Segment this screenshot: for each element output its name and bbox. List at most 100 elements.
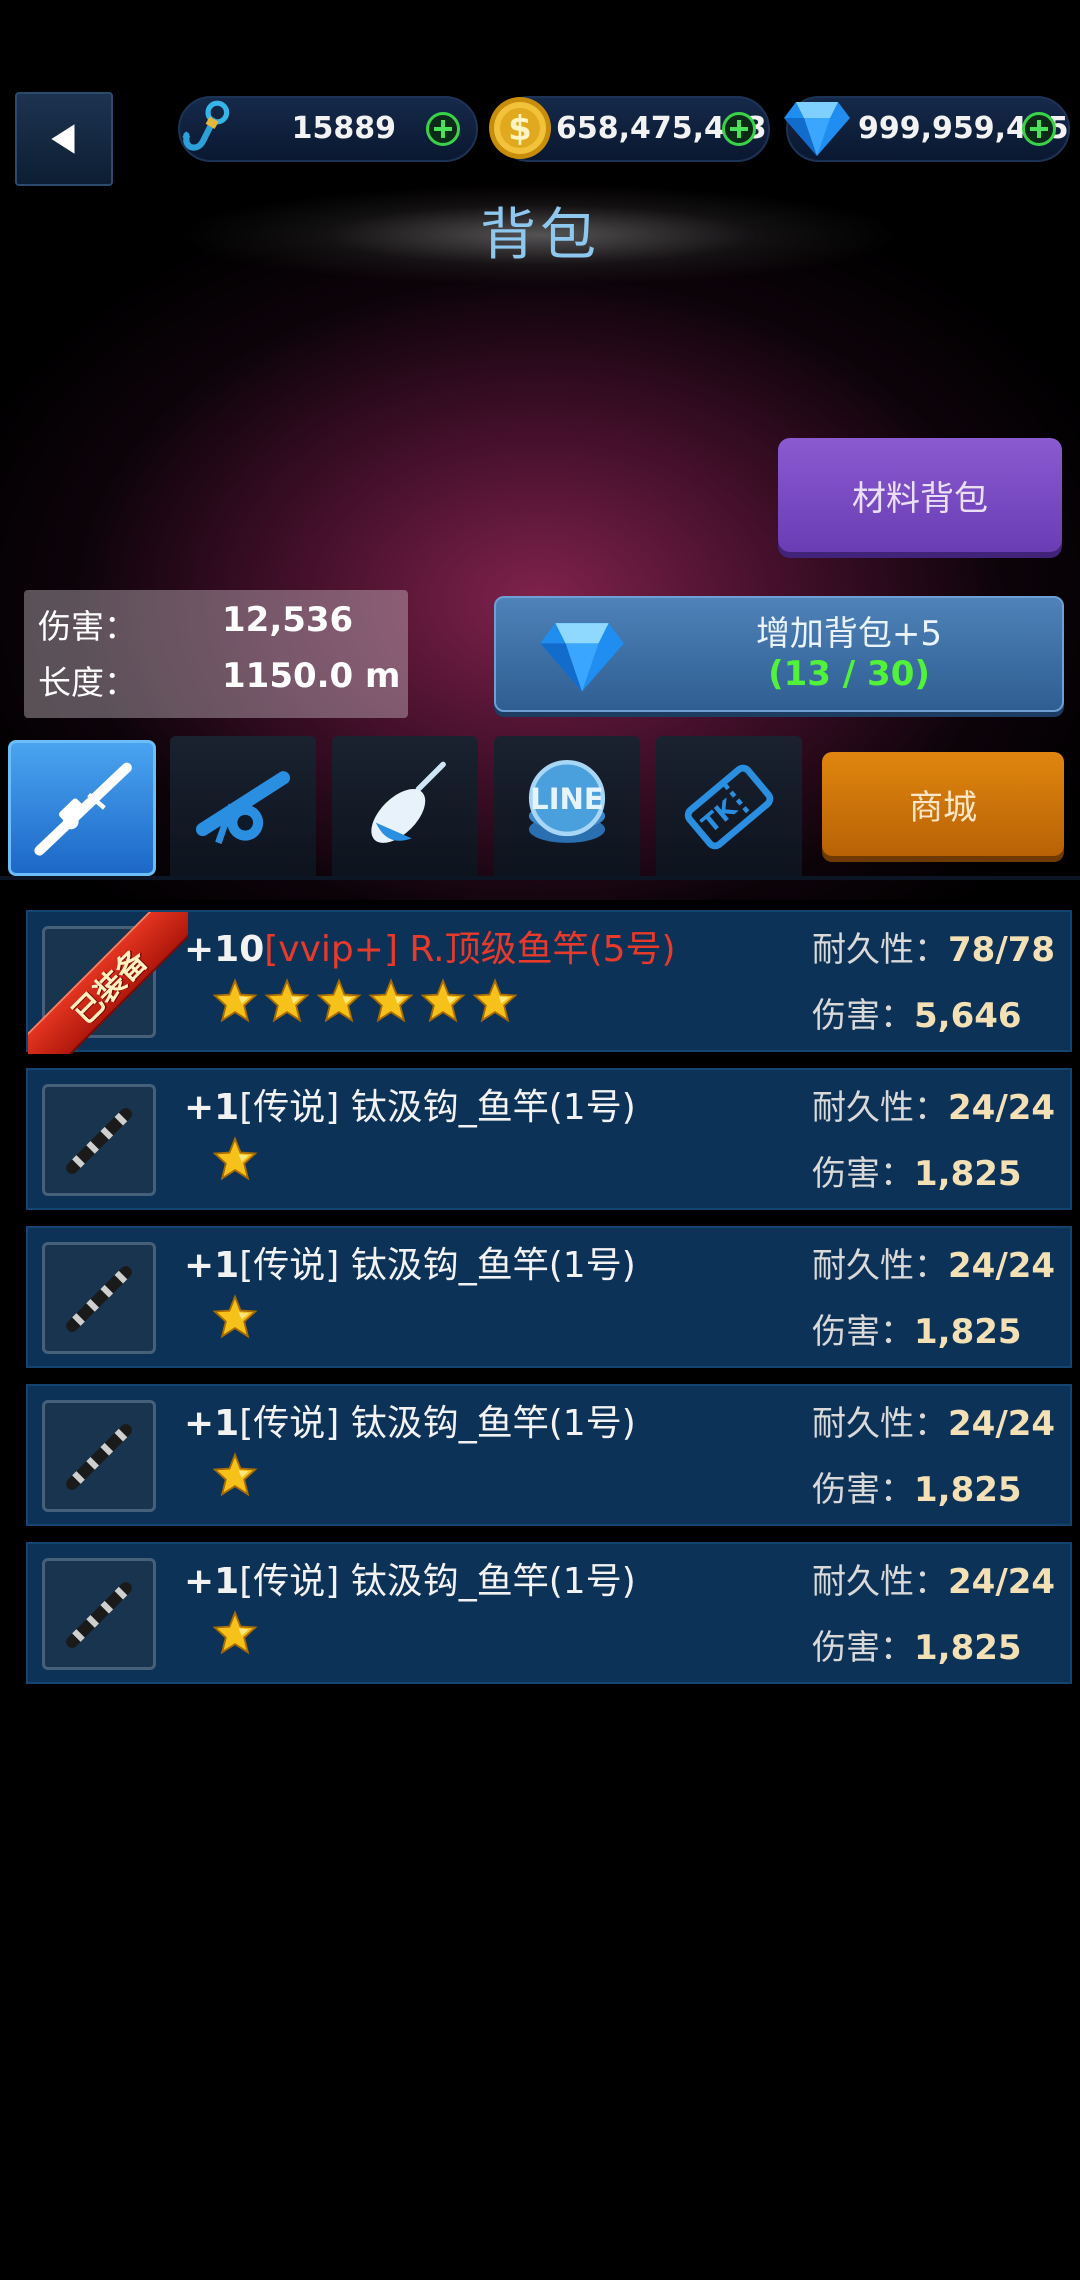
star-icon bbox=[212, 978, 258, 1024]
add-gold-button[interactable] bbox=[722, 112, 756, 146]
durability-value: 24/24 bbox=[948, 1404, 1056, 1444]
star-icon bbox=[472, 978, 518, 1024]
item-damage-value: 1,825 bbox=[914, 1312, 1022, 1352]
durability-label: 耐久性： bbox=[812, 1404, 948, 1444]
durability-label: 耐久性： bbox=[812, 930, 948, 970]
star-icon bbox=[264, 978, 310, 1024]
item-damage-value: 5,646 bbox=[914, 996, 1022, 1036]
hook-count: 15889 bbox=[291, 111, 396, 146]
item-damage-label: 伤害： bbox=[812, 1470, 914, 1510]
item-damage-value: 1,825 bbox=[914, 1628, 1022, 1668]
star-rating bbox=[212, 1136, 258, 1182]
durability: 耐久性：24/24 bbox=[812, 1238, 1055, 1287]
fishing-rod-icon bbox=[34, 762, 132, 856]
tab-float[interactable] bbox=[332, 736, 478, 878]
item-damage-label: 伤害： bbox=[812, 1628, 914, 1668]
fishing-rod-icon bbox=[66, 1424, 132, 1490]
star-icon bbox=[316, 978, 362, 1024]
length-value: 1150.0 m bbox=[222, 656, 401, 696]
star-icon bbox=[212, 1136, 258, 1182]
item-title: [传说] 钛汲钩_鱼竿(1号) bbox=[239, 1245, 636, 1286]
star-icon bbox=[212, 1294, 258, 1340]
item-name: +1[传说] 钛汲钩_鱼竿(1号) bbox=[184, 1552, 636, 1604]
add-gems-button[interactable] bbox=[1022, 112, 1056, 146]
durability-value: 24/24 bbox=[948, 1088, 1056, 1128]
item-level: +1 bbox=[184, 1245, 240, 1286]
gold-amount: 658,475,463 bbox=[556, 111, 767, 146]
durability-value: 78/78 bbox=[948, 930, 1056, 970]
item-damage-label: 伤害： bbox=[812, 1312, 914, 1352]
line-spool-icon: LINE bbox=[528, 759, 606, 843]
item-level: +10 bbox=[184, 929, 265, 970]
item-damage-label: 伤害： bbox=[812, 996, 914, 1036]
tab-ticket[interactable]: TK bbox=[656, 736, 802, 878]
item-thumbnail bbox=[42, 1558, 156, 1670]
list-divider bbox=[0, 876, 1080, 880]
tab-line[interactable]: LINE bbox=[494, 736, 640, 878]
item-name: +10[vvip+] R.顶级鱼竿(5号) bbox=[184, 920, 676, 972]
item-damage: 伤害：1,825 bbox=[812, 1146, 1022, 1195]
star-rating bbox=[212, 1610, 258, 1656]
stats-panel: 伤害： 12,536 长度： 1150.0 m bbox=[24, 590, 408, 718]
reel-icon bbox=[195, 771, 291, 844]
expand-bag-label: 增加背包+5 bbox=[755, 614, 943, 654]
durability: 耐久性：24/24 bbox=[812, 1080, 1055, 1129]
tab-reel[interactable] bbox=[170, 736, 316, 878]
item-row[interactable]: +1[传说] 钛汲钩_鱼竿(1号) 耐久性：24/24 伤害：1,825 bbox=[26, 1226, 1072, 1368]
star-icon bbox=[368, 978, 414, 1024]
durability: 耐久性：78/78 bbox=[812, 922, 1055, 971]
equipped-ribbon: 已装备 bbox=[28, 912, 188, 1054]
item-row[interactable]: +1[传说] 钛汲钩_鱼竿(1号) 耐久性：24/24 伤害：1,825 bbox=[26, 1068, 1072, 1210]
fishing-rod-icon bbox=[66, 1108, 132, 1174]
item-name: +1[传说] 钛汲钩_鱼竿(1号) bbox=[184, 1236, 636, 1288]
durability-label: 耐久性： bbox=[812, 1246, 948, 1286]
gem-amount: 999,959,415 bbox=[858, 111, 1069, 146]
star-icon bbox=[212, 1452, 258, 1498]
item-damage: 伤害：1,825 bbox=[812, 1304, 1022, 1353]
item-damage: 伤害：5,646 bbox=[812, 988, 1022, 1037]
star-icon bbox=[420, 978, 466, 1024]
durability-value: 24/24 bbox=[948, 1562, 1056, 1602]
item-name: +1[传说] 钛汲钩_鱼竿(1号) bbox=[184, 1078, 636, 1130]
item-level: +1 bbox=[184, 1561, 240, 1602]
bag-capacity: (13 / 30) bbox=[768, 654, 930, 694]
back-arrow-icon bbox=[51, 124, 75, 154]
durability: 耐久性：24/24 bbox=[812, 1554, 1055, 1603]
star-rating bbox=[212, 1452, 258, 1498]
item-row[interactable]: 已装备 +10[vvip+] R.顶级鱼竿(5号) 耐久性：78/78 伤害：5,64… bbox=[26, 910, 1072, 1054]
length-label: 长度： bbox=[38, 663, 137, 702]
durability-value: 24/24 bbox=[948, 1246, 1056, 1286]
material-bag-button[interactable]: 材料背包 bbox=[778, 438, 1062, 552]
star-icon bbox=[212, 1610, 258, 1656]
item-damage-label: 伤害： bbox=[812, 1154, 914, 1194]
fishing-rod-icon bbox=[66, 1266, 132, 1332]
shop-button[interactable]: 商城 bbox=[822, 752, 1064, 856]
fishing-rod-icon bbox=[66, 1582, 132, 1648]
item-level: +1 bbox=[184, 1403, 240, 1444]
durability-label: 耐久性： bbox=[812, 1562, 948, 1602]
svg-text:$: $ bbox=[508, 109, 532, 149]
gold-coin-icon: $ bbox=[489, 97, 551, 159]
item-row[interactable]: +1[传说] 钛汲钩_鱼竿(1号) 耐久性：24/24 伤害：1,825 bbox=[26, 1384, 1072, 1526]
item-thumbnail bbox=[42, 1400, 156, 1512]
tab-rod[interactable] bbox=[8, 740, 156, 876]
back-button[interactable] bbox=[15, 92, 113, 186]
equipped-label: 已装备 bbox=[66, 943, 155, 1032]
item-title: [vvip+] R.顶级鱼竿(5号) bbox=[264, 929, 676, 970]
item-thumbnail bbox=[42, 1084, 156, 1196]
star-rating bbox=[212, 1294, 258, 1340]
item-damage-value: 1,825 bbox=[914, 1470, 1022, 1510]
damage-value: 12,536 bbox=[222, 600, 354, 640]
star-rating bbox=[212, 978, 518, 1024]
expand-bag-button[interactable]: 增加背包+5 (13 / 30) bbox=[494, 596, 1064, 712]
item-title: [传说] 钛汲钩_鱼竿(1号) bbox=[239, 1403, 636, 1444]
item-name: +1[传说] 钛汲钩_鱼竿(1号) bbox=[184, 1394, 636, 1446]
durability-label: 耐久性： bbox=[812, 1088, 948, 1128]
item-damage: 伤害：1,825 bbox=[812, 1462, 1022, 1511]
item-row[interactable]: +1[传说] 钛汲钩_鱼竿(1号) 耐久性：24/24 伤害：1,825 bbox=[26, 1542, 1072, 1684]
item-title: [传说] 钛汲钩_鱼竿(1号) bbox=[239, 1561, 636, 1602]
svg-text:LINE: LINE bbox=[530, 782, 604, 816]
durability: 耐久性：24/24 bbox=[812, 1396, 1055, 1445]
item-thumbnail bbox=[42, 1242, 156, 1354]
add-hooks-button[interactable] bbox=[426, 112, 460, 146]
